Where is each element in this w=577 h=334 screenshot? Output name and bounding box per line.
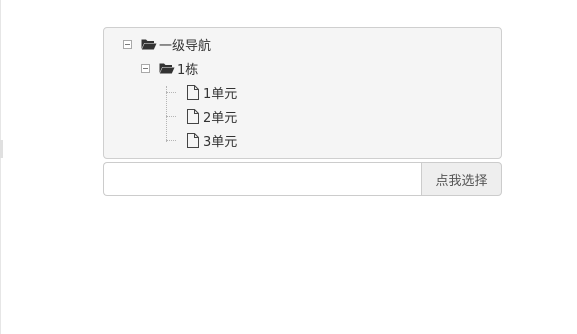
tree-node-label: 1栋: [177, 62, 199, 78]
tree-panel: 一级导航 1栋 1单元 2单元 3单元: [103, 27, 502, 159]
select-button[interactable]: 点我选择: [421, 162, 502, 196]
file-icon: [187, 132, 199, 148]
folder-open-icon: [141, 39, 157, 50]
selection-input[interactable]: [103, 162, 421, 196]
tree-node-leaf[interactable]: 3单元: [187, 130, 237, 150]
tree-node-leaf[interactable]: 1单元: [187, 82, 237, 102]
tree-node-root[interactable]: 一级导航: [123, 34, 211, 54]
tree-node-leaf[interactable]: 2单元: [187, 106, 237, 126]
collapse-toggle-icon[interactable]: [123, 39, 132, 49]
file-icon: [187, 108, 199, 124]
folder-open-icon: [159, 63, 175, 74]
picker-input-group: 点我选择: [103, 162, 502, 196]
tree-connector-branch: [166, 140, 176, 141]
window-left-edge: [0, 0, 1, 334]
tree-connector-branch: [166, 92, 176, 93]
collapse-toggle-icon[interactable]: [141, 63, 150, 73]
window-edge-notch: [0, 140, 3, 158]
tree-node-label: 3单元: [203, 134, 238, 150]
tree-node-label: 1单元: [203, 86, 238, 102]
tree-node-building[interactable]: 1栋: [141, 58, 198, 78]
tree-connector-branch: [166, 116, 176, 117]
tree-node-label: 2单元: [203, 110, 238, 126]
file-icon: [187, 84, 199, 100]
tree-connector-vertical: [166, 86, 167, 142]
tree-node-label: 一级导航: [159, 38, 212, 54]
